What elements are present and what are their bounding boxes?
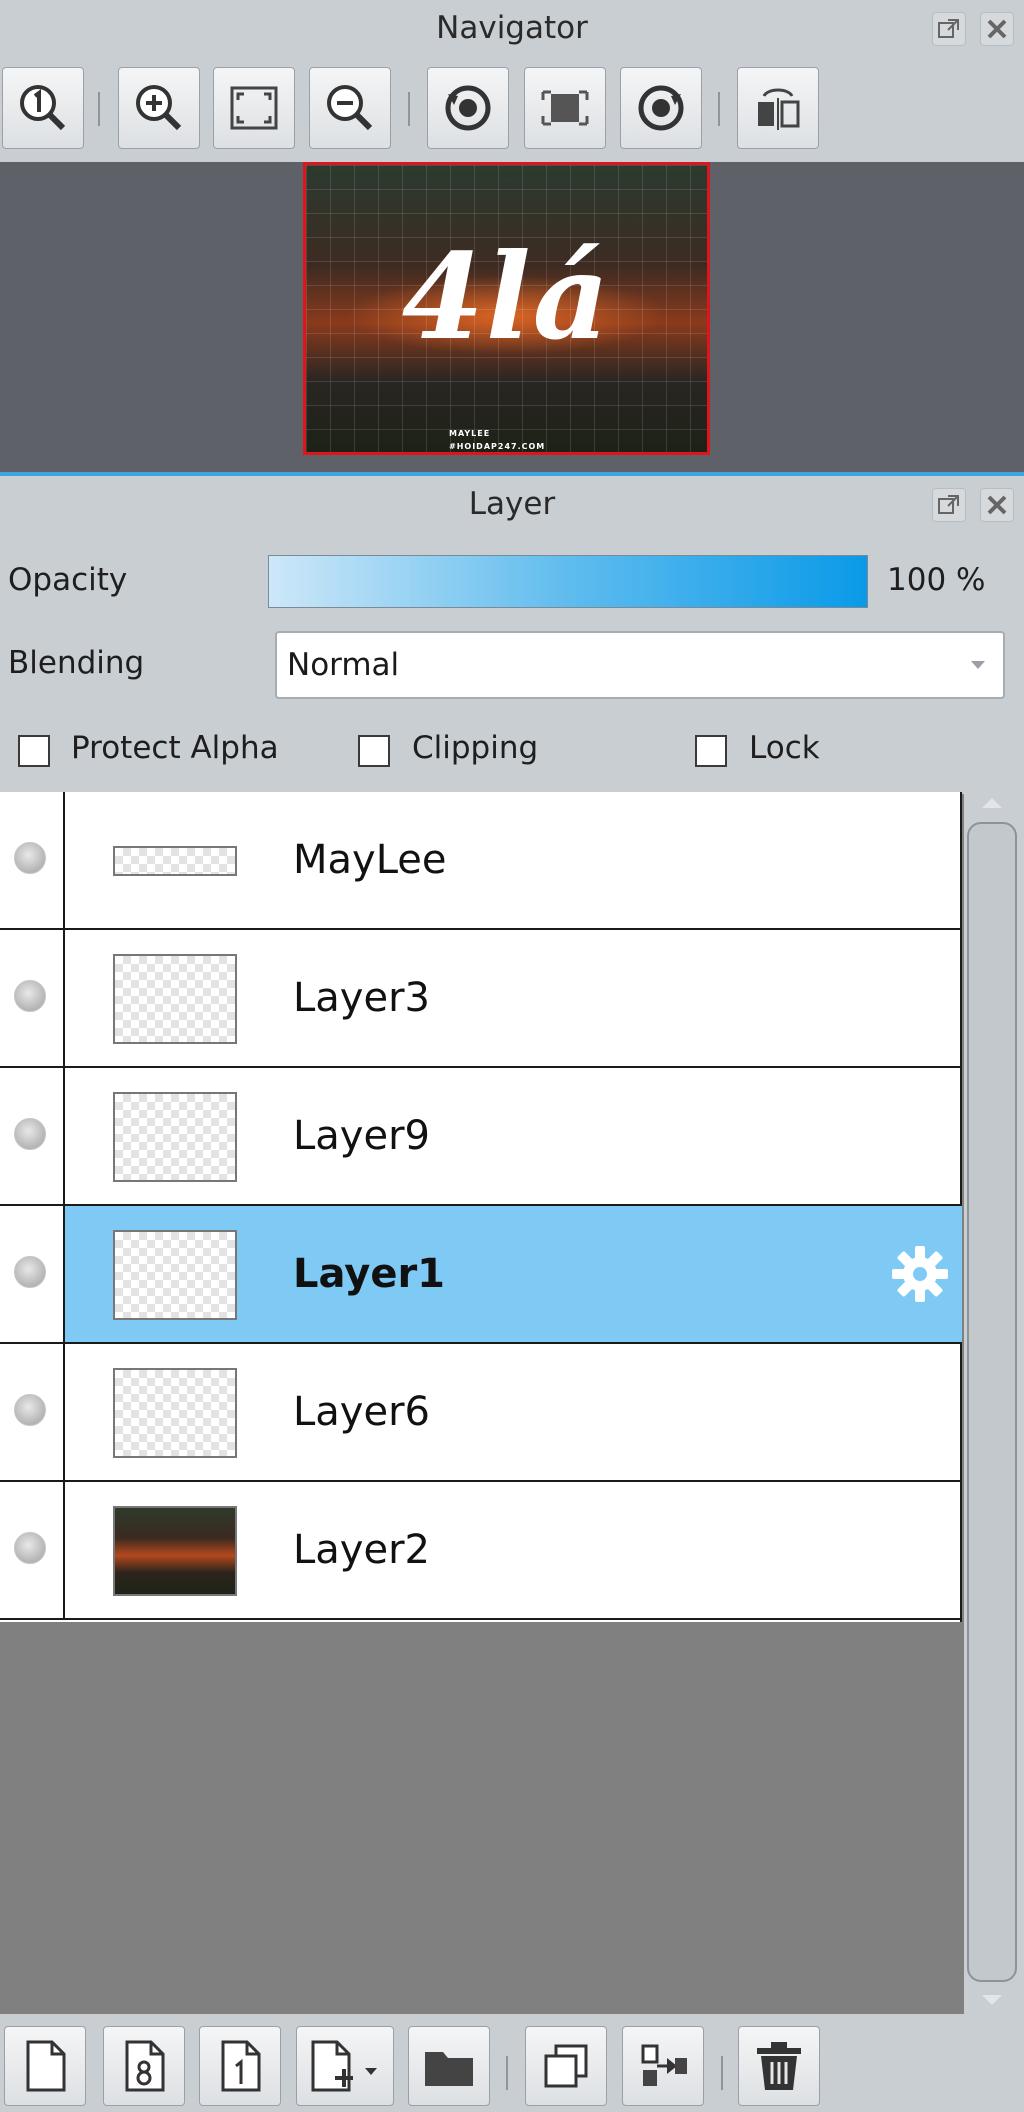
layer-row[interactable]: Layer3 <box>0 930 962 1068</box>
layer-name: Layer3 <box>293 975 430 1021</box>
layer-thumbnail <box>113 1092 237 1182</box>
scroll-down-icon[interactable] <box>982 1995 1002 2005</box>
fit-to-window-button[interactable] <box>213 67 295 149</box>
new-1bit-layer-button[interactable] <box>199 2026 281 2106</box>
navigator-popout-button[interactable] <box>932 12 966 46</box>
navigator-preview[interactable]: 4lá MAYLEE #HOIDAP247.COM <box>303 162 710 455</box>
zoom-in-button[interactable] <box>118 67 200 149</box>
preview-caption-1: MAYLEE <box>449 429 491 438</box>
visibility-toggle[interactable] <box>14 842 46 874</box>
layer-list-empty-area[interactable] <box>0 1622 962 2014</box>
layer-thumbnail <box>113 954 237 1044</box>
lock-label: Lock <box>749 730 820 766</box>
rotate-right-icon <box>638 85 684 131</box>
new-page-icon <box>26 2040 66 2092</box>
zoom-in-icon <box>136 85 182 131</box>
flip-icon <box>758 88 800 130</box>
layer-row-selected[interactable]: Layer1 <box>0 1206 962 1344</box>
layer-toolbar <box>0 2014 1024 2112</box>
opacity-value: 100 % <box>887 562 986 598</box>
layer-thumbnail <box>113 1506 237 1596</box>
layer-row[interactable]: Layer9 <box>0 1068 962 1206</box>
folder-icon <box>425 2052 473 2086</box>
zoom-actual-size-button[interactable] <box>2 67 84 149</box>
scrollbar-thumb[interactable] <box>967 822 1017 1982</box>
layer-titlebar: Layer <box>0 476 1024 532</box>
layer-row[interactable]: Layer2 <box>0 1482 962 1620</box>
duplicate-icon <box>544 2044 588 2088</box>
rotate-left-button[interactable] <box>427 67 509 149</box>
blending-select[interactable]: Normal <box>275 631 1005 699</box>
layer-1bit-icon <box>221 2040 261 2092</box>
protect-alpha-checkbox[interactable] <box>18 735 50 767</box>
layer-name: MayLee <box>293 837 447 883</box>
layer-thumbnail <box>113 1230 237 1320</box>
blending-label: Blending <box>8 645 145 681</box>
popout-icon <box>938 495 959 514</box>
protect-alpha-label: Protect Alpha <box>71 730 279 766</box>
layer-8bit-icon <box>125 2040 165 2092</box>
flip-horizontal-button[interactable] <box>737 67 819 149</box>
close-icon <box>987 495 1007 515</box>
layer-thumbnail <box>113 1368 237 1458</box>
rotate-right-button[interactable] <box>620 67 702 149</box>
chevron-down-icon <box>971 661 985 669</box>
reset-rotation-button[interactable] <box>524 67 606 149</box>
layer-row[interactable]: Layer6 <box>0 1344 962 1482</box>
duplicate-layer-button[interactable] <box>525 2026 607 2106</box>
scroll-up-icon[interactable] <box>982 798 1002 808</box>
new-layer-button[interactable] <box>4 2026 86 2106</box>
add-layer-dropdown-button[interactable] <box>296 2026 394 2106</box>
layer-name: Layer9 <box>293 1113 430 1159</box>
merge-icon <box>641 2044 687 2086</box>
delete-layer-button[interactable] <box>738 2026 820 2106</box>
visibility-toggle[interactable] <box>14 1118 46 1150</box>
layer-list: MayLee Layer3 Layer9 Layer1 Layer6 Layer… <box>0 792 962 1622</box>
add-layer-icon <box>311 2040 377 2092</box>
clipping-label: Clipping <box>412 730 539 766</box>
opacity-label: Opacity <box>8 562 128 598</box>
layer-popout-button[interactable] <box>932 488 966 522</box>
navigator-title: Navigator <box>436 10 588 46</box>
visibility-toggle[interactable] <box>14 1394 46 1426</box>
layer-row[interactable]: MayLee <box>0 792 962 930</box>
new-folder-button[interactable] <box>408 2026 490 2106</box>
navigator-titlebar: Navigator <box>0 0 1024 56</box>
preview-title-text: 4lá <box>401 227 612 366</box>
layer-name: Layer6 <box>293 1389 430 1435</box>
layer-close-button[interactable] <box>980 488 1014 522</box>
navigator-toolbar <box>0 56 1024 162</box>
visibility-toggle[interactable] <box>14 1256 46 1288</box>
blending-value: Normal <box>287 647 400 683</box>
zoom-out-button[interactable] <box>309 67 391 149</box>
opacity-slider[interactable] <box>268 555 868 608</box>
close-icon <box>987 19 1007 39</box>
preview-caption-2: #HOIDAP247.COM <box>449 442 546 451</box>
zoom-out-icon <box>327 85 373 131</box>
rotate-left-icon <box>445 85 491 131</box>
layer-title: Layer <box>468 486 556 522</box>
reset-view-icon <box>541 90 589 126</box>
trash-icon <box>757 2042 801 2090</box>
fit-icon <box>230 86 278 130</box>
layer-name: Layer1 <box>293 1251 446 1297</box>
lock-checkbox[interactable] <box>695 735 727 767</box>
visibility-toggle[interactable] <box>14 1532 46 1564</box>
zoom-100-icon <box>20 85 66 131</box>
navigator-close-button[interactable] <box>980 12 1014 46</box>
visibility-toggle[interactable] <box>14 980 46 1012</box>
layer-thumbnail <box>113 846 237 876</box>
layer-name: Layer2 <box>293 1527 430 1573</box>
popout-icon <box>938 19 959 38</box>
clipping-checkbox[interactable] <box>358 735 390 767</box>
merge-down-button[interactable] <box>622 2026 704 2106</box>
gear-icon[interactable] <box>888 1242 952 1306</box>
new-8bit-layer-button[interactable] <box>103 2026 185 2106</box>
